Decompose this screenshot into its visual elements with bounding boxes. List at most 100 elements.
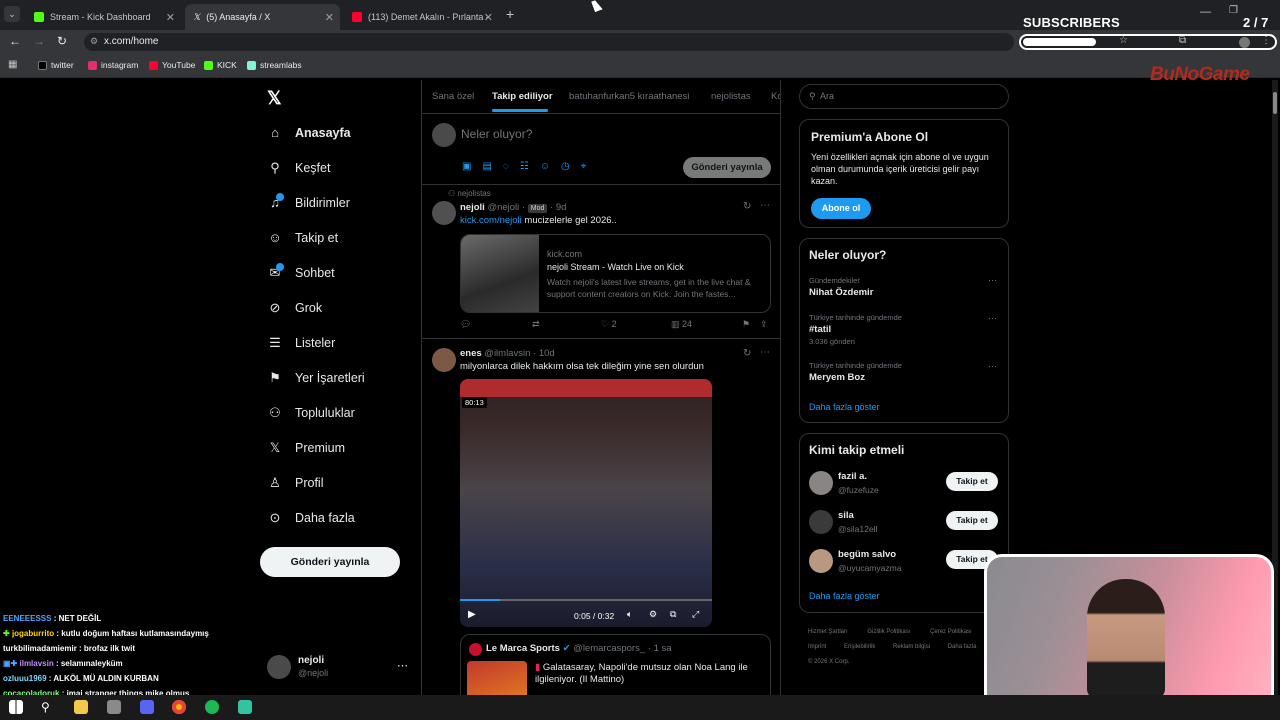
tab-list-kiraathane[interactable]: batuhanfurkan5 kıraathanesi bbox=[569, 91, 689, 102]
pip-icon[interactable]: ⧉ bbox=[670, 609, 676, 620]
footer-link[interactable]: Hizmet Şartları bbox=[808, 629, 848, 635]
avatar[interactable] bbox=[809, 471, 833, 495]
file-explorer-icon[interactable] bbox=[74, 700, 88, 714]
bookmark-star-icon[interactable]: ☆ bbox=[1119, 35, 1128, 46]
more-icon[interactable]: ⋯ bbox=[760, 200, 770, 211]
nav-profile[interactable]: ♙ Profil bbox=[268, 476, 323, 491]
settings-icon[interactable]: ⚙ bbox=[649, 609, 657, 620]
gif-icon[interactable]: ▤ bbox=[482, 161, 502, 172]
author-name[interactable]: nejoli bbox=[460, 202, 485, 213]
avatar[interactable] bbox=[432, 201, 456, 225]
minimize-button[interactable]: — bbox=[1200, 6, 1211, 18]
subscribe-button[interactable]: Abone ol bbox=[811, 198, 871, 219]
forward-icon[interactable]: → bbox=[33, 34, 45, 48]
avatar[interactable] bbox=[809, 510, 833, 534]
reload-icon[interactable]: ↻ bbox=[57, 34, 67, 48]
post-link[interactable]: kick.com/nejoli bbox=[460, 215, 522, 226]
address-bar[interactable]: ⚙ x.com/home bbox=[84, 33, 1014, 51]
schedule-icon[interactable]: ◷ bbox=[561, 161, 581, 172]
tab-for-you[interactable]: Sana özel bbox=[432, 91, 474, 102]
nav-explore[interactable]: ⚲ Keşfet bbox=[268, 161, 330, 176]
author-handle[interactable]: @nejoli bbox=[487, 202, 519, 213]
quote-card[interactable]: Le Marca Sports ✔ @lemarcaspors_ · 1 sa … bbox=[460, 634, 771, 695]
grok-icon[interactable]: ◌ bbox=[503, 161, 520, 172]
nav-bookmarks[interactable]: ⚑ Yer İşaretleri bbox=[268, 371, 365, 386]
browser-tab-x[interactable]: 𝕏 (5) Anasayfa / X ✕ bbox=[185, 4, 340, 30]
x-logo-icon[interactable]: 𝕏 bbox=[267, 88, 282, 109]
avatar[interactable] bbox=[267, 655, 291, 679]
follow-button[interactable]: Takip et bbox=[946, 511, 998, 530]
app-icon[interactable] bbox=[107, 700, 121, 714]
close-icon[interactable]: ✕ bbox=[325, 11, 334, 24]
author-name[interactable]: enes bbox=[460, 348, 482, 359]
follow-button[interactable]: Takip et bbox=[946, 472, 998, 491]
link-card[interactable]: kick.com nejoli Stream - Watch Live on K… bbox=[460, 234, 771, 313]
more-icon[interactable]: ⋯ bbox=[988, 313, 997, 324]
bookmark-streamlabs[interactable]: streamlabs bbox=[247, 60, 302, 70]
spotify-icon[interactable] bbox=[205, 700, 219, 714]
bookmark-youtube[interactable]: YouTube bbox=[149, 60, 195, 70]
image-icon[interactable]: ▣ bbox=[462, 161, 482, 172]
suggest-name[interactable]: sila bbox=[838, 510, 854, 521]
chrome-icon[interactable] bbox=[172, 700, 186, 714]
post-time[interactable]: 10d bbox=[539, 348, 555, 359]
post-time[interactable]: 9d bbox=[556, 202, 567, 213]
trend-item[interactable]: Türkiye tarihinde gündemde #tatil 3.036 … bbox=[809, 313, 999, 346]
tab-list-nejolistas[interactable]: nejolistas bbox=[711, 91, 751, 102]
nav-follow[interactable]: ☺ Takip et bbox=[268, 231, 338, 246]
footer-link[interactable]: Gizlilik Politikası bbox=[867, 629, 910, 635]
nav-lists[interactable]: ☰ Listeler bbox=[268, 336, 335, 351]
play-icon[interactable]: ▶ bbox=[468, 609, 476, 620]
more-icon[interactable]: ⋯ bbox=[760, 347, 770, 358]
footer-link[interactable]: Daha fazla bbox=[948, 644, 977, 650]
windows-start-icon[interactable] bbox=[9, 700, 23, 714]
nav-home[interactable]: ⌂ Anasayfa bbox=[268, 126, 351, 141]
bookmark-twitter[interactable]: twitter bbox=[38, 60, 74, 70]
site-info-icon[interactable]: ⚙ bbox=[90, 36, 98, 47]
views-button[interactable]: ▥ 24 bbox=[671, 319, 692, 330]
more-icon[interactable]: ⋯ bbox=[988, 275, 997, 286]
composer-input[interactable]: Neler oluyor? bbox=[461, 127, 532, 141]
composer-post-button[interactable]: Gönderi yayınla bbox=[683, 157, 771, 178]
trend-item[interactable]: Gündemdekiler Nihat Özdemir bbox=[809, 276, 999, 298]
grok-icon[interactable]: ↻ bbox=[743, 348, 751, 359]
back-icon[interactable]: ← bbox=[9, 34, 21, 48]
location-icon[interactable]: ⌖ bbox=[581, 161, 598, 172]
avatar[interactable] bbox=[432, 348, 456, 372]
nav-premium[interactable]: 𝕏 Premium bbox=[268, 441, 345, 456]
browser-menu-icon[interactable]: ⋮ bbox=[1261, 35, 1271, 46]
maximize-button[interactable]: ❐ bbox=[1229, 5, 1238, 16]
volume-icon[interactable]: 🔈︎ bbox=[627, 609, 632, 620]
apps-grid-icon[interactable]: ▦ bbox=[8, 59, 17, 70]
grok-icon[interactable]: ↻ bbox=[743, 201, 751, 212]
who-show-more[interactable]: Daha fazla göster bbox=[809, 591, 880, 601]
nav-more[interactable]: ⊙ Daha fazla bbox=[268, 511, 355, 526]
browser-tab-youtube[interactable]: (113) Demet Akalın - Pırlanta - ✕ bbox=[344, 4, 499, 30]
video-player[interactable]: 80:13 ▶ 0:05 / 0:32 🔈︎ ⚙ ⧉ ⤢ bbox=[460, 379, 712, 627]
discord-icon[interactable] bbox=[140, 700, 154, 714]
trend-item[interactable]: Türkiye tarihinde gündemde Meryem Boz bbox=[809, 361, 999, 383]
tab-list-more[interactable]: Ko bbox=[771, 91, 780, 102]
suggest-name[interactable]: begüm salvo bbox=[838, 549, 896, 560]
post-button[interactable]: Gönderi yayınla bbox=[260, 547, 400, 577]
account-menu-icon[interactable]: ⋯ bbox=[397, 659, 408, 672]
repost-icon[interactable]: ⇄ bbox=[532, 319, 540, 330]
poll-icon[interactable]: ☷ bbox=[520, 161, 540, 172]
suggest-name[interactable]: fazil a. bbox=[838, 471, 867, 482]
browser-tab-kick[interactable]: Stream - Kick Dashboard ✕ bbox=[26, 4, 181, 30]
emoji-icon[interactable]: ☺ bbox=[540, 161, 561, 172]
avatar[interactable] bbox=[809, 549, 833, 573]
fullscreen-icon[interactable]: ⤢ bbox=[692, 609, 699, 620]
scrollbar-thumb[interactable] bbox=[1273, 92, 1277, 114]
like-button[interactable]: ♡ 2 bbox=[601, 319, 617, 330]
close-icon[interactable]: ✕ bbox=[166, 11, 175, 24]
new-tab-button[interactable]: + bbox=[506, 6, 514, 22]
more-icon[interactable]: ⋯ bbox=[988, 361, 997, 372]
bookmark-instagram[interactable]: instagram bbox=[88, 60, 138, 70]
close-icon[interactable]: ✕ bbox=[484, 11, 493, 24]
streamlabs-icon[interactable] bbox=[238, 700, 252, 714]
trends-show-more[interactable]: Daha fazla göster bbox=[809, 402, 880, 412]
reply-icon[interactable]: 💬︎ bbox=[460, 319, 471, 330]
footer-link[interactable]: Reklam bilgisi bbox=[893, 644, 930, 650]
profile-avatar-icon[interactable] bbox=[1239, 37, 1250, 48]
